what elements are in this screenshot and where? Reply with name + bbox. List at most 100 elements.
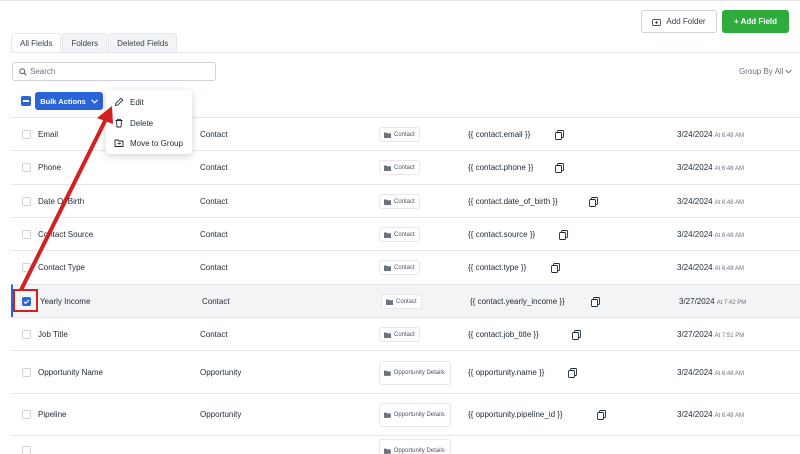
copy-icon[interactable] [551, 263, 560, 275]
field-name: Opportunity Name [38, 368, 103, 377]
field-object: Contact [200, 197, 228, 206]
updated-date: 3/27/2024 [679, 297, 715, 306]
menu-item-delete-label: Delete [130, 118, 154, 128]
updated-time: At 6:48 AM [714, 413, 744, 419]
folder-icon [384, 199, 391, 205]
last-updated: 3/27/2024 At 7:42 PM [679, 297, 746, 306]
table-row[interactable]: Contact Source Contact Contact {{ contact.s… [11, 217, 800, 250]
menu-item-move-to-group[interactable]: Move to Group [114, 138, 183, 148]
folder-badge: Opportunity Details [379, 439, 451, 454]
table-row[interactable]: Phone Contact Contact {{ contact.phone }} 3/… [11, 150, 800, 184]
row-checkbox[interactable] [22, 230, 31, 239]
tab-bar: All Fields Folders Deleted Fields [11, 33, 178, 53]
table-row[interactable]: Yearly Income Contact Contact {{ contact.ye… [11, 284, 800, 317]
table-row[interactable]: Contact Type Contact Contact {{ contact.typ… [11, 250, 800, 284]
table-row[interactable]: Job Title Contact Contact {{ contact.job_ti… [11, 317, 800, 350]
group-by-select[interactable]: Group By All [739, 67, 793, 76]
add-folder-button[interactable]: Add Folder [641, 10, 717, 33]
last-updated: 3/24/2024 At 6:48 AM [677, 230, 744, 239]
updated-time: At 7:42 PM [716, 300, 747, 306]
search-input[interactable] [30, 67, 210, 76]
folder-move-icon [114, 139, 124, 147]
field-object: Contact [202, 297, 230, 306]
row-checkbox[interactable] [22, 263, 31, 272]
folder-label: Contact [394, 331, 415, 338]
row-checkbox[interactable] [22, 446, 31, 454]
table-row[interactable]: Pipeline Opportunity Opportunity Details {{… [11, 393, 800, 435]
folder-icon [384, 370, 391, 376]
row-checkbox[interactable] [22, 330, 31, 339]
folder-badge: Opportunity Details [379, 361, 451, 385]
copy-icon[interactable] [555, 163, 564, 175]
copy-icon[interactable] [572, 330, 581, 342]
field-name: Pipeline [38, 410, 67, 419]
updated-date: 3/24/2024 [677, 230, 713, 239]
updated-time: At 6:48 AM [714, 266, 744, 272]
row-checkbox[interactable] [22, 368, 31, 377]
pencil-icon [114, 97, 124, 107]
field-object: Contact [200, 330, 228, 339]
folder-badge: Contact [379, 227, 420, 242]
updated-date: 3/24/2024 [677, 130, 713, 139]
tab-folders[interactable]: Folders [62, 33, 108, 53]
bulk-actions-button[interactable]: Bulk Actions [35, 92, 103, 110]
updated-time: At 6:48 AM [714, 371, 744, 377]
folder-icon [384, 332, 391, 338]
annotation-highlight-box [13, 289, 38, 312]
table-row[interactable]: Date Of Birth Contact Contact {{ contact.da… [11, 184, 800, 217]
merge-key: {{ contact.date_of_birth }} [468, 197, 558, 206]
updated-date: 3/24/2024 [677, 163, 713, 172]
updated-date: 3/24/2024 [677, 197, 713, 206]
folder-label: Opportunity Details [393, 447, 445, 454]
folder-icon [384, 265, 391, 271]
search-icon [19, 67, 27, 76]
table-row[interactable]: Opportunity Name Opportunity Opportunity D… [11, 350, 800, 393]
tabs-divider [11, 52, 800, 53]
row-checkbox[interactable] [22, 410, 31, 419]
tab-all-fields[interactable]: All Fields [11, 33, 62, 53]
copy-icon[interactable] [555, 130, 564, 142]
folder-label: Opportunity Details [393, 411, 445, 418]
row-checkbox[interactable] [22, 197, 31, 206]
copy-icon[interactable] [597, 410, 606, 422]
updated-date: 3/24/2024 [677, 410, 713, 419]
folder-badge: Contact [379, 327, 420, 342]
field-name: Phone [38, 163, 62, 172]
merge-key: {{ contact.phone }} [468, 163, 534, 172]
folder-plus-icon [652, 18, 662, 26]
table-row[interactable]: Opportunity Details [11, 435, 800, 454]
field-name: Yearly Income [40, 297, 91, 306]
folder-label: Contact [396, 298, 417, 305]
copy-icon[interactable] [591, 297, 600, 309]
tab-deleted-fields[interactable]: Deleted Fields [108, 33, 178, 53]
menu-item-edit[interactable]: Edit [114, 97, 144, 107]
select-all-checkbox[interactable] [21, 96, 31, 106]
last-updated: 3/24/2024 At 6:48 AM [677, 368, 744, 377]
field-object: Opportunity [200, 368, 242, 377]
field-object: Contact [200, 163, 228, 172]
folder-badge: Opportunity Details [379, 403, 451, 427]
menu-item-delete[interactable]: Delete [114, 118, 153, 128]
copy-icon[interactable] [559, 230, 568, 242]
top-divider [0, 0, 800, 1]
updated-date: 3/24/2024 [677, 263, 713, 272]
copy-icon[interactable] [568, 368, 577, 380]
add-field-button[interactable]: + Add Field [722, 10, 789, 33]
trash-icon [115, 118, 123, 128]
copy-icon[interactable] [589, 197, 598, 209]
updated-time: At 6:48 AM [714, 233, 744, 239]
row-checkbox[interactable] [22, 163, 31, 172]
merge-key: {{ contact.job_title }} [468, 330, 539, 339]
row-checkbox[interactable] [22, 130, 31, 139]
merge-key: {{ opportunity.pipeline_id }} [468, 410, 563, 419]
updated-time: At 6:48 AM [714, 166, 744, 172]
field-object: Contact [200, 263, 228, 272]
merge-key: {{ opportunity.name }} [468, 368, 545, 377]
menu-item-move-label: Move to Group [130, 138, 183, 148]
folder-icon [384, 412, 391, 418]
chevron-down-icon [90, 98, 98, 104]
field-name: Contact Source [38, 230, 94, 239]
updated-time: At 7:51 PM [714, 333, 745, 339]
search-box[interactable] [12, 62, 216, 81]
merge-key: {{ contact.yearly_income }} [470, 297, 565, 306]
